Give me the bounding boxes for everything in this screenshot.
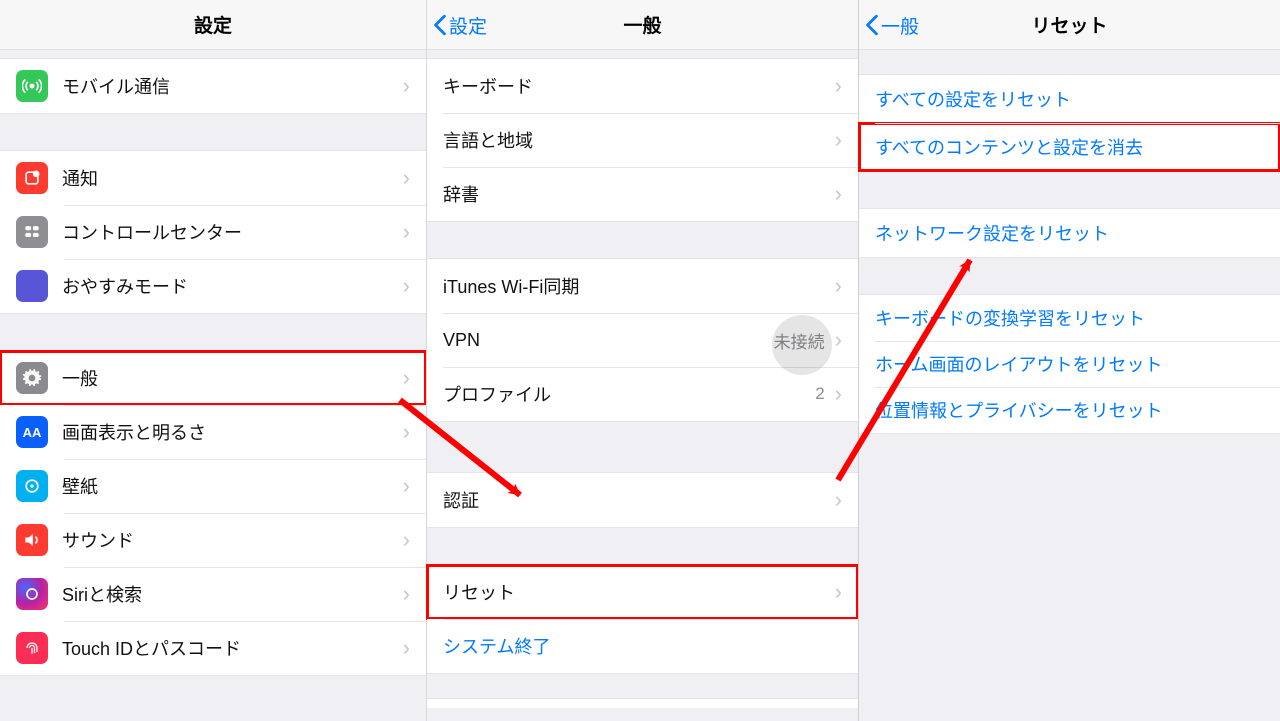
row-label: 画面表示と明るさ <box>62 419 206 445</box>
row-label: すべての設定をリセット <box>875 86 1071 112</box>
navbar-settings: 設定 <box>0 0 426 50</box>
row-label: 位置情報とプライバシーをリセット <box>875 397 1163 423</box>
row-label: すべてのコンテンツと設定を消去 <box>875 134 1143 160</box>
row-label: Touch IDとパスコード <box>62 635 241 661</box>
chevron-right-icon: › <box>403 473 410 499</box>
row-label: 認証 <box>443 487 479 513</box>
chevron-right-icon: › <box>403 527 410 553</box>
chevron-right-icon: › <box>835 487 842 513</box>
row-siri[interactable]: Siriと検索 › <box>0 567 426 621</box>
row-keyboard[interactable]: キーボード › <box>427 59 858 113</box>
navbar-title: リセット <box>1031 11 1107 38</box>
siri-icon <box>16 578 48 610</box>
navbar-general: 設定 一般 <box>427 0 858 50</box>
row-label: iTunes Wi-Fi同期 <box>443 273 579 299</box>
navbar-reset: 一般 リセット <box>859 0 1280 50</box>
moon-icon <box>16 270 48 302</box>
row-touchid[interactable]: Touch IDとパスコード › <box>0 621 426 675</box>
chevron-right-icon: › <box>835 181 842 207</box>
chevron-right-icon: › <box>835 127 842 153</box>
back-label: 設定 <box>449 12 487 39</box>
row-dnd[interactable]: おやすみモード › <box>0 259 426 313</box>
row-mobile[interactable]: モバイル通信 › <box>0 59 426 113</box>
notification-icon <box>16 162 48 194</box>
row-label: 壁紙 <box>62 473 98 499</box>
row-label: 辞書 <box>443 181 479 207</box>
row-sound[interactable]: サウンド › <box>0 513 426 567</box>
row-label: システム終了 <box>443 633 550 659</box>
back-button[interactable]: 設定 <box>433 0 487 50</box>
row-label: ホーム画面のレイアウトをリセット <box>875 351 1162 377</box>
row-display[interactable]: AA 画面表示と明るさ › <box>0 405 426 459</box>
chevron-right-icon: › <box>403 581 410 607</box>
chevron-right-icon: › <box>835 579 842 605</box>
row-reset[interactable]: リセット › <box>427 565 858 619</box>
chevron-right-icon: › <box>835 327 842 353</box>
touch-indicator <box>772 315 832 375</box>
row-general[interactable]: 一般 › <box>0 351 426 405</box>
row-label: コントロールセンター <box>62 219 242 245</box>
navbar-title: 設定 <box>194 11 232 38</box>
row-reset-network[interactable]: ネットワーク設定をリセット <box>859 209 1280 257</box>
row-label: おやすみモード <box>62 273 188 299</box>
row-reset-keyboard[interactable]: キーボードの変換学習をリセット <box>859 295 1280 341</box>
navbar-title: 一般 <box>623 11 661 38</box>
settings-panel: 設定 モバイル通信 › 通知 <box>0 0 426 721</box>
row-authentication[interactable]: 認証 › <box>427 473 858 527</box>
chevron-right-icon: › <box>403 73 410 99</box>
chevron-right-icon: › <box>403 635 410 661</box>
row-label: プロファイル <box>443 381 551 407</box>
reset-panel: 一般 リセット すべての設定をリセット すべてのコンテンツと設定を消去 ネットワ… <box>858 0 1280 721</box>
chevron-right-icon: › <box>403 419 410 445</box>
chevron-right-icon: › <box>835 381 842 407</box>
row-language[interactable]: 言語と地域 › <box>427 113 858 167</box>
general-panel: 設定 一般 キーボード › 言語と地域 › 辞書 › iTunes Wi-Fi同… <box>426 0 858 721</box>
wallpaper-icon <box>16 470 48 502</box>
row-label: モバイル通信 <box>62 73 170 99</box>
row-shutdown[interactable]: システム終了 <box>427 619 858 673</box>
back-label: 一般 <box>881 12 919 39</box>
back-button[interactable]: 一般 <box>865 0 919 50</box>
row-label: VPN <box>443 330 480 351</box>
antenna-icon <box>16 70 48 102</box>
chevron-right-icon: › <box>403 273 410 299</box>
row-label: 一般 <box>62 365 98 391</box>
row-label: ネットワーク設定をリセット <box>875 220 1109 246</box>
fingerprint-icon <box>16 632 48 664</box>
chevron-right-icon: › <box>403 165 410 191</box>
row-label: キーボードの変換学習をリセット <box>875 305 1145 331</box>
control-center-icon <box>16 216 48 248</box>
row-itunes-sync[interactable]: iTunes Wi-Fi同期 › <box>427 259 858 313</box>
row-label: 言語と地域 <box>443 127 533 153</box>
row-label: リセット <box>443 579 515 605</box>
row-reset-all-settings[interactable]: すべての設定をリセット <box>859 75 1280 123</box>
row-profile[interactable]: プロファイル 2 › <box>427 367 858 421</box>
chevron-right-icon: › <box>403 365 410 391</box>
display-icon: AA <box>16 416 48 448</box>
profile-count: 2 <box>815 384 824 404</box>
chevron-right-icon: › <box>403 219 410 245</box>
row-reset-location[interactable]: 位置情報とプライバシーをリセット <box>859 387 1280 433</box>
row-label: 通知 <box>62 165 98 191</box>
chevron-right-icon: › <box>835 73 842 99</box>
row-controlcenter[interactable]: コントロールセンター › <box>0 205 426 259</box>
row-label: サウンド <box>62 527 134 553</box>
row-wallpaper[interactable]: 壁紙 › <box>0 459 426 513</box>
gear-icon <box>16 362 48 394</box>
row-dictionary[interactable]: 辞書 › <box>427 167 858 221</box>
row-notifications[interactable]: 通知 › <box>0 151 426 205</box>
row-label: キーボード <box>443 73 533 99</box>
row-erase-all[interactable]: すべてのコンテンツと設定を消去 <box>859 123 1280 171</box>
row-reset-home[interactable]: ホーム画面のレイアウトをリセット <box>859 341 1280 387</box>
chevron-right-icon: › <box>835 273 842 299</box>
row-label: Siriと検索 <box>62 581 142 607</box>
sound-icon <box>16 524 48 556</box>
